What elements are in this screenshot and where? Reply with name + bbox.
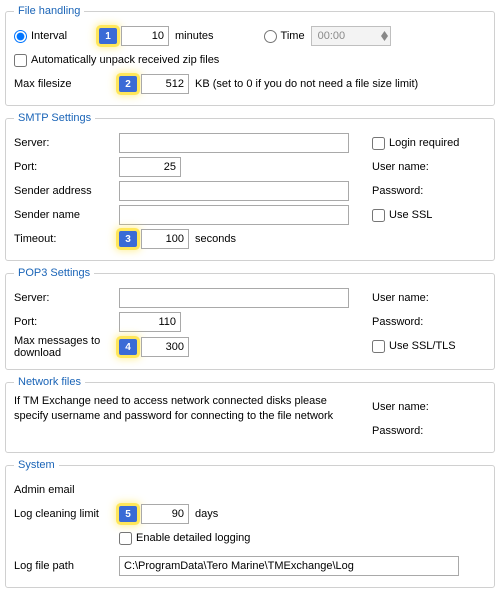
smtp-timeout-unit: seconds: [195, 233, 236, 245]
badge-4-icon: 4: [119, 339, 137, 355]
pop3-ssl-label[interactable]: Use SSL/TLS: [372, 340, 456, 353]
smtp-ssl-checkbox[interactable]: [372, 209, 385, 222]
auto-unpack-checkbox-label[interactable]: Automatically unpack received zip files: [14, 54, 219, 67]
badge-2-icon: 2: [119, 76, 137, 92]
network-note: If TM Exchange need to access network co…: [14, 394, 366, 444]
smtp-server-label: Server:: [14, 137, 119, 149]
max-filesize-label: Max filesize: [14, 78, 119, 90]
auto-unpack-text: Automatically unpack received zip files: [31, 54, 219, 66]
network-group: Network files If TM Exchange need to acc…: [5, 376, 495, 453]
smtp-login-req-text: Login required: [389, 137, 459, 149]
time-value: 00:00: [318, 30, 346, 42]
interval-radio[interactable]: [14, 30, 27, 43]
log-limit-input[interactable]: [141, 504, 189, 524]
interval-label-text: Interval: [31, 30, 67, 42]
smtp-sender-name-input[interactable]: [119, 205, 349, 225]
smtp-port-input[interactable]: [119, 157, 181, 177]
interval-unit: minutes: [175, 30, 214, 42]
detailed-log-text: Enable detailed logging: [136, 532, 250, 544]
time-radio-label[interactable]: Time: [264, 30, 305, 43]
log-path-label: Log file path: [14, 560, 119, 572]
smtp-port-label: Port:: [14, 161, 119, 173]
time-spinner-icon[interactable]: [381, 31, 388, 41]
log-path-input[interactable]: [119, 556, 459, 576]
time-input[interactable]: 00:00: [311, 26, 391, 46]
smtp-timeout-input[interactable]: [141, 229, 189, 249]
smtp-sender-addr-input[interactable]: [119, 181, 349, 201]
smtp-login-req-label[interactable]: Login required: [372, 137, 459, 150]
log-limit-label: Log cleaning limit: [14, 508, 119, 520]
smtp-sender-addr-label: Sender address: [14, 185, 119, 197]
pop3-maxmsg-input[interactable]: [141, 337, 189, 357]
detailed-log-label[interactable]: Enable detailed logging: [119, 532, 250, 545]
pop3-pass-label: Password:: [372, 316, 423, 328]
pop3-group: POP3 Settings Server: Port: Max messages…: [5, 267, 495, 370]
pop3-legend: POP3 Settings: [14, 267, 94, 279]
interval-radio-label[interactable]: Interval: [14, 30, 99, 43]
smtp-server-input[interactable]: [119, 133, 349, 153]
log-limit-unit: days: [195, 508, 218, 520]
smtp-ssl-text: Use SSL: [389, 209, 432, 221]
detailed-log-checkbox[interactable]: [119, 532, 132, 545]
pop3-server-input[interactable]: [119, 288, 349, 308]
system-group: System Admin email Log cleaning limit 5 …: [5, 459, 495, 588]
auto-unpack-checkbox[interactable]: [14, 54, 27, 67]
smtp-login-req-checkbox[interactable]: [372, 137, 385, 150]
smtp-user-label: User name:: [372, 161, 429, 173]
pop3-port-label: Port:: [14, 316, 119, 328]
network-user-label: User name:: [372, 401, 429, 413]
interval-input[interactable]: [121, 26, 169, 46]
badge-3-icon: 3: [119, 231, 137, 247]
network-legend: Network files: [14, 376, 85, 388]
pop3-server-label: Server:: [14, 292, 119, 304]
admin-email-label: Admin email: [14, 484, 119, 496]
time-label-text: Time: [281, 30, 305, 42]
badge-5-icon: 5: [119, 506, 137, 522]
network-pass-label: Password:: [372, 425, 423, 437]
pop3-user-label: User name:: [372, 292, 429, 304]
smtp-pass-label: Password:: [372, 185, 423, 197]
pop3-ssl-text: Use SSL/TLS: [389, 340, 456, 352]
file-handling-legend: File handling: [14, 5, 84, 17]
pop3-maxmsg-label: Max messages to download: [14, 335, 119, 359]
smtp-ssl-label[interactable]: Use SSL: [372, 209, 432, 222]
max-filesize-unit: KB (set to 0 if you do not need a file s…: [195, 78, 418, 90]
pop3-port-input[interactable]: [119, 312, 181, 332]
smtp-group: SMTP Settings Server: Port: Sender addre…: [5, 112, 495, 261]
file-handling-group: File handling Interval 1 minutes Time 00…: [5, 5, 495, 106]
pop3-ssl-checkbox[interactable]: [372, 340, 385, 353]
smtp-sender-name-label: Sender name: [14, 209, 119, 221]
smtp-timeout-label: Timeout:: [14, 233, 119, 245]
system-legend: System: [14, 459, 59, 471]
time-radio[interactable]: [264, 30, 277, 43]
smtp-legend: SMTP Settings: [14, 112, 95, 124]
badge-1-icon: 1: [99, 28, 117, 44]
max-filesize-input[interactable]: [141, 74, 189, 94]
